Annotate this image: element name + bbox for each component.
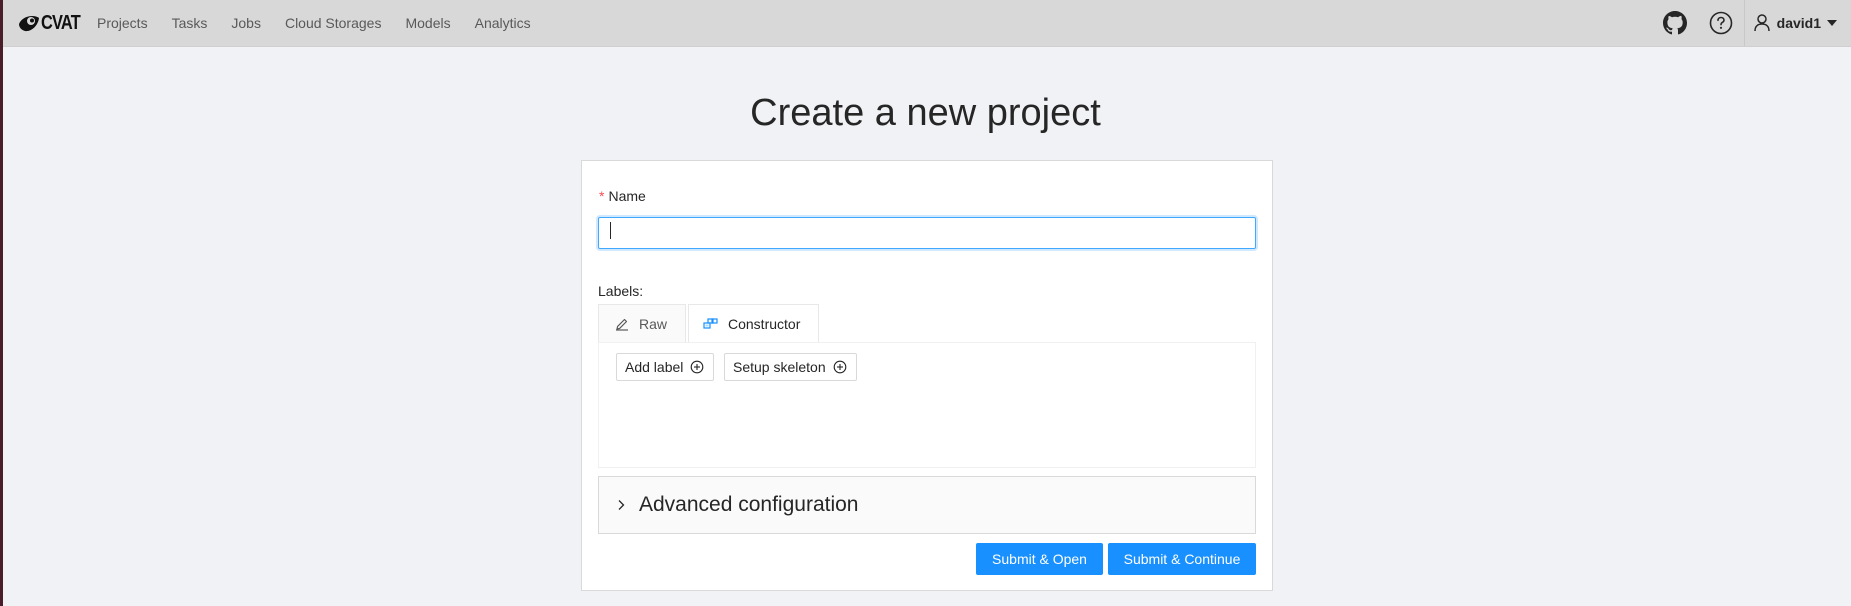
header-right: david1	[1662, 0, 1851, 46]
constructor-panel: Add label Setup skeleton	[598, 342, 1256, 468]
plus-circle-icon	[690, 360, 704, 374]
name-input[interactable]	[598, 217, 1256, 249]
tab-raw[interactable]: Raw	[598, 304, 686, 342]
edit-icon	[615, 317, 629, 331]
user-name: david1	[1776, 15, 1821, 31]
add-label-button[interactable]: Add label	[616, 353, 714, 381]
nav-analytics[interactable]: Analytics	[475, 15, 531, 31]
create-project-form: * Name Labels: Raw Constructor Add label…	[581, 160, 1273, 591]
name-field-label: * Name	[599, 188, 646, 204]
labels-caption: Labels:	[598, 283, 644, 299]
build-icon	[703, 317, 718, 331]
user-icon	[1753, 14, 1770, 32]
top-header: CVAT Projects Tasks Jobs Cloud Storages …	[3, 0, 1851, 47]
nav-jobs[interactable]: Jobs	[231, 15, 261, 31]
required-mark: *	[599, 188, 605, 204]
setup-skeleton-text: Setup skeleton	[733, 359, 826, 375]
cvat-eye-icon	[19, 16, 39, 32]
github-icon[interactable]	[1662, 10, 1688, 36]
user-menu[interactable]: david1	[1753, 14, 1837, 32]
tab-raw-label: Raw	[639, 315, 668, 332]
submit-open-button[interactable]: Submit & Open	[976, 543, 1103, 575]
add-label-text: Add label	[625, 359, 684, 375]
tab-constructor-label: Constructor	[728, 316, 801, 332]
help-icon[interactable]	[1708, 10, 1734, 36]
advanced-configuration-title: Advanced configuration	[639, 493, 859, 516]
page-title: Create a new project	[750, 92, 1101, 134]
setup-skeleton-button[interactable]: Setup skeleton	[724, 353, 857, 381]
cvat-logo[interactable]: CVAT	[17, 12, 88, 34]
tab-constructor[interactable]: Constructor	[688, 304, 819, 343]
header-divider	[1743, 0, 1745, 46]
main-nav: Projects Tasks Jobs Cloud Storages Model…	[97, 0, 555, 46]
caret-down-icon	[1827, 20, 1837, 26]
nav-cloud-storages[interactable]: Cloud Storages	[285, 15, 382, 31]
nav-tasks[interactable]: Tasks	[172, 15, 208, 31]
labels-tabs: Raw Constructor	[598, 304, 821, 343]
logo-text: CVAT	[41, 12, 81, 34]
nav-projects[interactable]: Projects	[97, 15, 148, 31]
text-cursor	[610, 222, 611, 239]
name-label-text: Name	[608, 188, 646, 204]
plus-circle-icon	[833, 360, 847, 374]
nav-models[interactable]: Models	[405, 15, 450, 31]
advanced-configuration-panel[interactable]: Advanced configuration	[598, 476, 1256, 534]
chevron-right-icon	[616, 498, 626, 516]
submit-continue-button[interactable]: Submit & Continue	[1108, 543, 1256, 575]
